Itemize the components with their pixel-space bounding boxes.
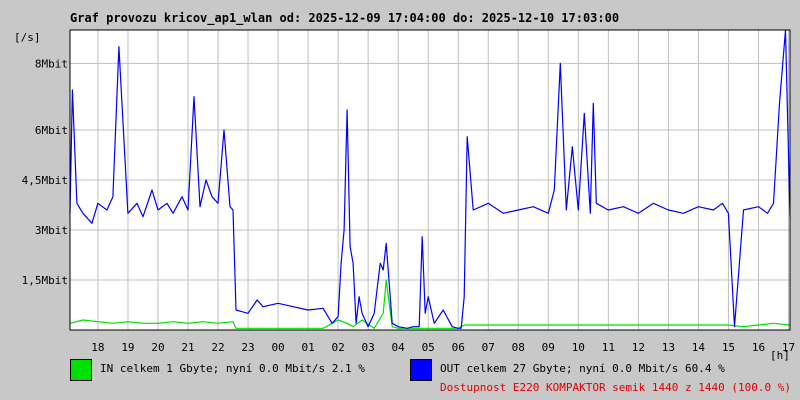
x-tick-label: 00	[271, 341, 284, 354]
x-tick-label: 05	[422, 341, 435, 354]
legend-out-swatch	[410, 359, 432, 381]
y-tick-label: 8Mbit	[35, 57, 68, 70]
x-tick-label: 23	[241, 341, 254, 354]
x-tick-label: 18	[91, 341, 104, 354]
y-tick-label: 4,5Mbit	[22, 174, 68, 187]
x-tick-label: 06	[452, 341, 465, 354]
x-tick-label: 01	[301, 341, 314, 354]
x-tick-label: 10	[572, 341, 585, 354]
x-tick-label: 22	[211, 341, 224, 354]
x-tick-label: 12	[632, 341, 645, 354]
legend-in-text: IN celkem 1 Gbyte; nyní 0.0 Mbit/s 2.1 %	[100, 362, 365, 375]
x-tick-label: 20	[151, 341, 164, 354]
x-tick-label: 11	[602, 341, 615, 354]
x-tick-label: 03	[362, 341, 375, 354]
x-tick-label: 19	[121, 341, 134, 354]
x-tick-label: 21	[181, 341, 194, 354]
x-tick-label: 08	[512, 341, 525, 354]
x-tick-label: 16	[752, 341, 765, 354]
x-tick-label: 14	[692, 341, 706, 354]
traffic-chart: 1,5Mbit 3Mbit 4,5Mbit 6Mbit 8Mbit 18 19 20 21 22 2…	[22, 29, 795, 354]
legend-out-text: OUT celkem 27 Gbyte; nyní 0.0 Mbit/s 60.…	[440, 362, 725, 375]
y-tick-label: 6Mbit	[35, 124, 68, 137]
x-tick-label: 09	[542, 341, 555, 354]
y-tick-label: 3Mbit	[35, 224, 68, 237]
x-tick-label: 02	[331, 341, 344, 354]
x-tick-label: 13	[662, 341, 675, 354]
legend-in-swatch	[70, 359, 92, 381]
y-tick-label: 1,5Mbit	[22, 274, 68, 287]
x-tick-label: 07	[482, 341, 495, 354]
availability-text: Dostupnost E220 KOMPAKTOR semik 1440 z 1…	[440, 381, 791, 394]
x-tick-label: 17	[782, 341, 795, 354]
x-tick-label: 15	[722, 341, 735, 354]
x-tick-label: 04	[392, 341, 406, 354]
